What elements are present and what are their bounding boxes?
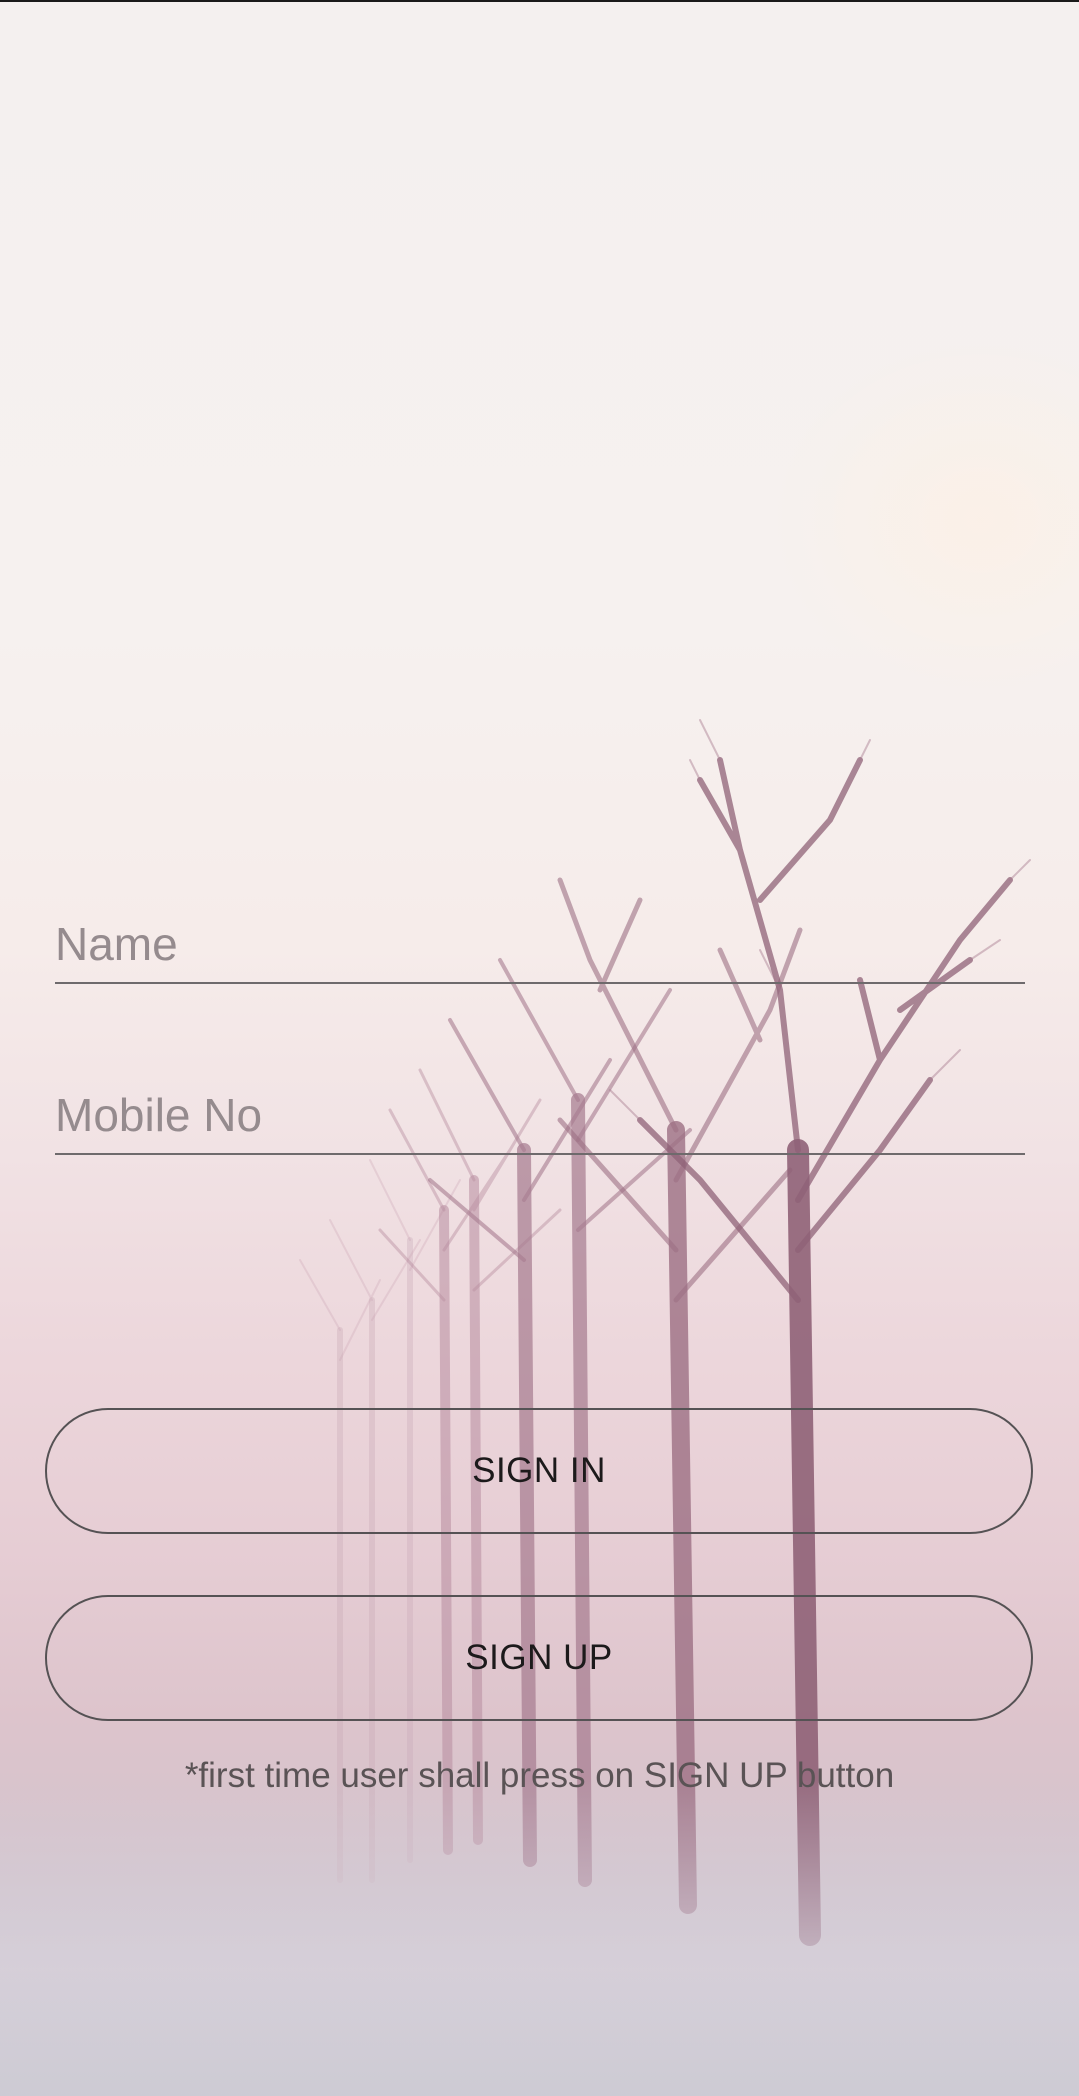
sign-in-button[interactable]: SIGN IN [45,1408,1033,1534]
first-time-user-note: *first time user shall press on SIGN UP … [184,1756,895,1795]
ground-mist [0,1780,1079,2096]
name-input[interactable] [55,916,1025,972]
sign-up-button[interactable]: SIGN UP [45,1595,1033,1721]
sign-up-label: SIGN UP [465,1638,613,1677]
sign-in-label: SIGN IN [472,1451,606,1490]
name-field[interactable] [55,916,1025,984]
mobile-input[interactable] [55,1087,1025,1143]
login-screen: SIGN IN SIGN UP *first time user shall p… [0,0,1079,2096]
mobile-field[interactable] [55,1087,1025,1155]
